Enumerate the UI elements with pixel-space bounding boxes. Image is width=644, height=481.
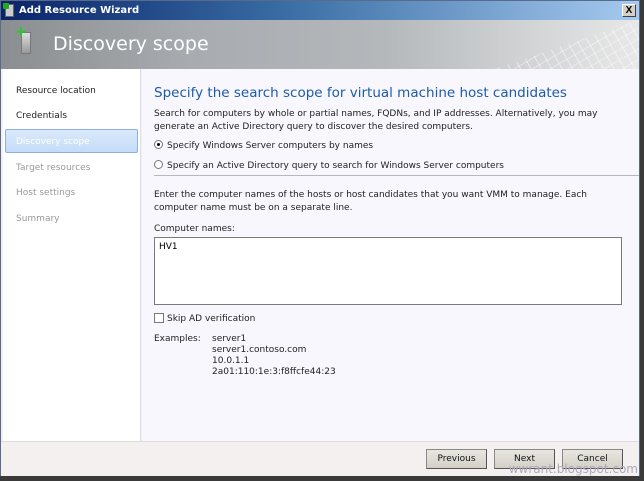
divider	[154, 175, 639, 176]
section-heading: Specify the search scope for virtual mac…	[154, 85, 567, 101]
example-item: 10.0.1.1	[212, 356, 250, 366]
step-credentials[interactable]: Credentials	[5, 103, 138, 127]
window-title: Add Resource Wizard	[19, 5, 140, 16]
step-summary: Summary	[16, 214, 60, 224]
radio-unselected-icon[interactable]	[154, 160, 163, 169]
radio-ad-query[interactable]: Specify an Active Directory query to sea…	[154, 160, 504, 171]
main-panel: Specify the search scope for virtual mac…	[142, 69, 639, 441]
example-item: 2a01:110:1e:3:f8ffcfe44:23	[212, 367, 336, 377]
banner: Discovery scope	[1, 20, 639, 69]
radio-label: Specify Windows Server computers by name…	[167, 141, 374, 151]
examples-label: Examples:	[154, 334, 201, 344]
step-resource-location[interactable]: Resource location	[5, 78, 138, 102]
wizard-steps: Resource location Credentials Discovery …	[3, 69, 141, 441]
examples-list: server1 server1.contoso.com 10.0.1.1 2a0…	[212, 334, 336, 378]
skip-ad-checkbox[interactable]: Skip AD verification	[154, 313, 255, 324]
example-item: server1.contoso.com	[212, 345, 307, 355]
step-discovery-scope[interactable]: Discovery scope	[5, 129, 138, 153]
step-target-resources: Target resources	[16, 163, 91, 173]
server-add-icon	[15, 24, 31, 54]
close-button[interactable]: X	[622, 4, 636, 17]
skip-ad-label: Skip AD verification	[167, 314, 256, 324]
computer-names-input[interactable]	[154, 237, 622, 305]
wizard-window: Add Resource Wizard X Discovery scope Re…	[0, 0, 640, 476]
step-host-settings: Host settings	[16, 188, 76, 198]
intro-text: Search for computers by whole or partial…	[154, 109, 598, 132]
watermark: wwrant.blogspot.com	[508, 462, 638, 476]
page-title: Discovery scope	[53, 33, 209, 55]
radio-by-names[interactable]: Specify Windows Server computers by name…	[154, 140, 373, 151]
checkbox-icon[interactable]	[154, 313, 164, 323]
radio-label: Specify an Active Directory query to sea…	[167, 161, 504, 171]
server-add-icon	[3, 3, 14, 17]
computer-names-label: Computer names:	[154, 224, 235, 234]
title-bar: Add Resource Wizard X	[1, 1, 639, 20]
radio-selected-icon[interactable]	[154, 140, 163, 149]
previous-button[interactable]: Previous	[426, 449, 487, 469]
example-item: server1	[212, 334, 247, 344]
instructions-text: Enter the computer names of the hosts or…	[154, 190, 587, 213]
